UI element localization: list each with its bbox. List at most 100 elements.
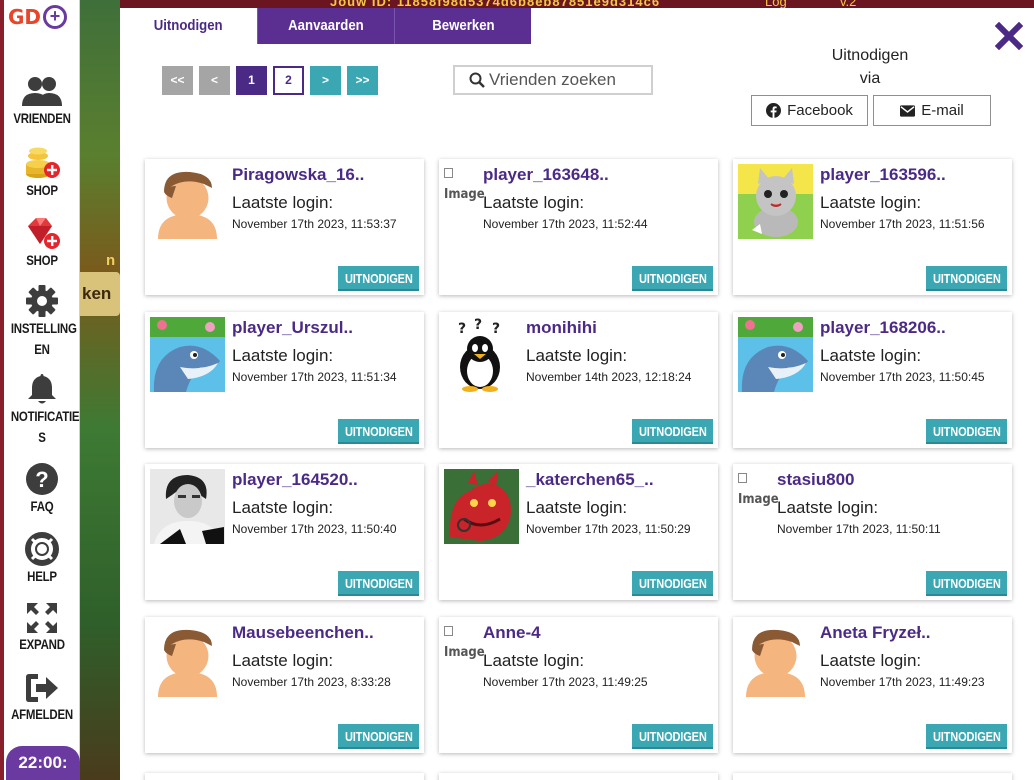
friend-name: player_168206.. bbox=[820, 318, 946, 337]
cat-avatar-icon bbox=[738, 164, 813, 239]
invite-button-label: UITNODIGEN bbox=[932, 729, 1001, 744]
friend-name: Anne-4 bbox=[483, 623, 541, 642]
background-fragment: n bbox=[106, 252, 116, 269]
friends-icon bbox=[22, 77, 62, 106]
invite-button[interactable]: UITNODIGEN bbox=[338, 724, 419, 749]
invite-button[interactable]: UITNODIGEN bbox=[926, 419, 1007, 444]
invite-button-label: UITNODIGEN bbox=[344, 729, 413, 744]
invite-button[interactable]: UITNODIGEN bbox=[632, 419, 713, 444]
search-input[interactable]: Vrienden zoeken bbox=[453, 65, 653, 95]
logo-text: GD bbox=[8, 5, 42, 29]
gear-icon bbox=[26, 285, 58, 317]
dolphin-avatar-icon bbox=[738, 317, 813, 392]
last-login-date: November 17th 2023, 11:50:29 bbox=[526, 522, 691, 536]
gd-plus-logo[interactable]: GD + bbox=[8, 4, 80, 30]
dolphin-avatar-icon bbox=[150, 317, 225, 392]
tab-label: Bewerken bbox=[431, 17, 495, 34]
invite-button-label: UITNODIGEN bbox=[638, 729, 707, 744]
friend-avatar: ??? bbox=[444, 317, 519, 392]
close-button[interactable] bbox=[994, 21, 1024, 52]
svg-text:?: ? bbox=[474, 317, 482, 333]
sidebar-item-faq[interactable]: ? FAQ bbox=[4, 462, 80, 517]
sidebar-item-vrienden[interactable]: VRIENDEN bbox=[4, 76, 80, 129]
invite-button-label: UITNODIGEN bbox=[638, 271, 707, 286]
friend-avatar bbox=[738, 622, 813, 697]
sidebar-item-label: EXPAND bbox=[19, 636, 65, 652]
last-login-label: Laatste login: bbox=[820, 193, 922, 212]
expand-icon bbox=[27, 603, 57, 633]
invite-button-label: UITNODIGEN bbox=[638, 576, 707, 591]
last-login-label: Laatste login: bbox=[820, 346, 922, 365]
invite-button[interactable]: UITNODIGEN bbox=[632, 266, 713, 291]
invite-button[interactable]: UITNODIGEN bbox=[632, 571, 713, 596]
friend-card-partial bbox=[439, 773, 718, 780]
sidebar-item-label: VRIENDEN bbox=[13, 110, 71, 126]
friend-avatar bbox=[150, 622, 225, 697]
sidebar-item-afmelden[interactable]: AFMELDEN bbox=[4, 672, 80, 725]
svg-text:?: ? bbox=[458, 321, 466, 337]
invite-button-label: UITNODIGEN bbox=[932, 576, 1001, 591]
tab-bewerken[interactable]: Bewerken bbox=[394, 8, 531, 44]
sidebar-item-label: SHOP bbox=[26, 252, 58, 268]
sidebar-item-shop-gems[interactable]: SHOP bbox=[4, 216, 80, 271]
bell-icon bbox=[28, 374, 56, 404]
invite-button-label: UITNODIGEN bbox=[344, 576, 413, 591]
invite-button-label: UITNODIGEN bbox=[932, 424, 1001, 439]
invite-button[interactable]: UITNODIGEN bbox=[926, 724, 1007, 749]
invite-button[interactable]: UITNODIGEN bbox=[926, 266, 1007, 291]
sidebar-item-help[interactable]: HELP bbox=[4, 532, 80, 587]
facebook-invite-button[interactable]: Facebook bbox=[751, 95, 868, 126]
next-page-button[interactable]: > bbox=[310, 66, 341, 95]
last-login-label: Laatste login: bbox=[483, 193, 585, 212]
last-login-label: Laatste login: bbox=[820, 651, 922, 670]
last-login-date: November 17th 2023, 11:51:34 bbox=[232, 370, 397, 384]
last-login-date: November 17th 2023, 11:50:11 bbox=[777, 522, 941, 536]
invite-button-label: UITNODIGEN bbox=[344, 424, 413, 439]
sidebar-item-notificaties[interactable]: NOTIFICATIE S bbox=[4, 372, 80, 448]
sidebar-item-instellingen[interactable]: INSTELLING EN bbox=[4, 284, 80, 360]
last-login-label: Laatste login: bbox=[526, 498, 628, 517]
tab-bar: Uitnodigen Aanvaarden Bewerken bbox=[120, 8, 531, 44]
envelope-icon bbox=[900, 104, 916, 117]
friend-card: Aneta Fryzeł.. Laatste login: November 17t… bbox=[733, 617, 1012, 753]
facebook-label: Facebook bbox=[787, 102, 853, 119]
default-avatar-icon bbox=[150, 164, 225, 239]
tab-aanvaarden[interactable]: Aanvaarden bbox=[257, 8, 394, 44]
invite-button[interactable]: UITNODIGEN bbox=[926, 571, 1007, 596]
friend-name: _katerchen65_.. bbox=[526, 470, 654, 489]
friend-avatar bbox=[738, 164, 813, 239]
logout-icon bbox=[26, 674, 58, 702]
first-page-button[interactable]: << bbox=[162, 66, 193, 95]
invite-button-label: UITNODIGEN bbox=[638, 424, 707, 439]
friend-name: player_163596.. bbox=[820, 165, 946, 184]
broken-image-icon: Image bbox=[444, 620, 485, 664]
friend-avatar bbox=[150, 469, 225, 544]
friend-name: Aneta Fryzeł.. bbox=[820, 623, 931, 642]
sidebar-item-expand[interactable]: EXPAND bbox=[4, 602, 80, 655]
prev-page-button[interactable]: < bbox=[199, 66, 230, 95]
last-login-label: Laatste login: bbox=[777, 498, 879, 517]
friend-card: ??? monihihi Laatste login: November 14th 2… bbox=[439, 312, 718, 448]
friend-card: Image Anne-4 Laatste login: November 17th 2… bbox=[439, 617, 718, 753]
invite-via-line1: Uitnodigen bbox=[831, 47, 909, 64]
last-login-label: Laatste login: bbox=[232, 193, 334, 212]
invite-button[interactable]: UITNODIGEN bbox=[338, 571, 419, 596]
tab-uitnodigen[interactable]: Uitnodigen bbox=[120, 8, 257, 44]
last-login-date: November 17th 2023, 11:49:25 bbox=[483, 675, 648, 689]
page-1-button[interactable]: 1 bbox=[236, 66, 267, 95]
broken-image-icon: Image bbox=[738, 467, 779, 511]
last-login-label: Laatste login: bbox=[232, 498, 334, 517]
last-login-date: November 17th 2023, 11:50:45 bbox=[820, 370, 985, 384]
invite-button[interactable]: UITNODIGEN bbox=[632, 724, 713, 749]
page-2-button[interactable]: 2 bbox=[273, 66, 304, 95]
last-login-label: Laatste login: bbox=[232, 346, 334, 365]
question-icon: ? bbox=[26, 463, 58, 495]
sidebar-item-shop-coins[interactable]: SHOP bbox=[4, 146, 80, 201]
invite-button[interactable]: UITNODIGEN bbox=[338, 419, 419, 444]
last-login-date: November 14th 2023, 12:18:24 bbox=[526, 370, 692, 384]
last-page-button[interactable]: >> bbox=[347, 66, 378, 95]
friend-card-partial bbox=[733, 773, 1012, 780]
email-invite-button[interactable]: E-mail bbox=[873, 95, 991, 126]
invite-button[interactable]: UITNODIGEN bbox=[338, 266, 419, 291]
friend-card: Image player_163648.. Laatste login: Novemb… bbox=[439, 159, 718, 295]
